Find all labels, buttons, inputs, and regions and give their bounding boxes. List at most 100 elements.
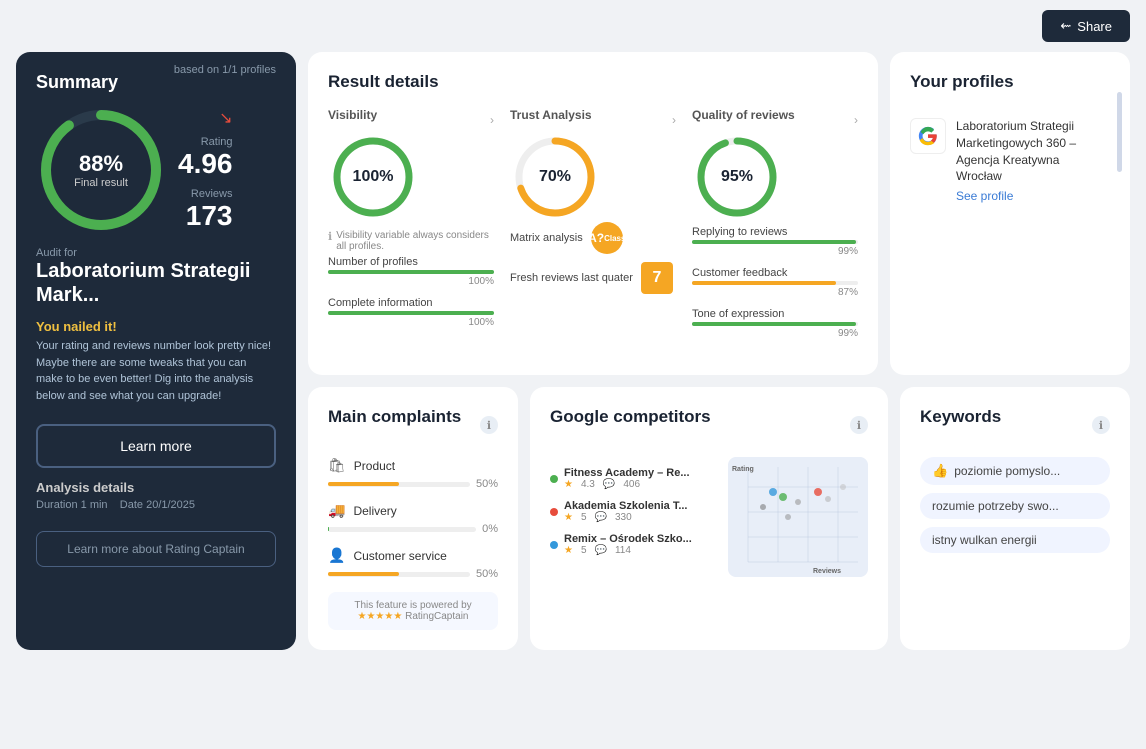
result-row: Complete information 100% <box>328 297 494 328</box>
duration-value: 1 min <box>81 499 108 511</box>
competitor-list: Fitness Academy – Re... ★ 4.3 💬 406 <box>550 467 692 556</box>
list-item: Akademia Szkolenia T... ★ 5 💬 330 <box>550 500 692 523</box>
review-icon: 💬 <box>595 545 607 556</box>
quality-title: Quality of reviews <box>692 108 795 122</box>
keywords-card: Keywords ℹ 👍 poziomie pomyslo... rozumie… <box>900 387 1130 650</box>
reviews-label: Reviews <box>178 188 233 200</box>
trust-title: Trust Analysis <box>510 108 592 122</box>
progress-fill <box>328 572 399 576</box>
quality-rows: Replying to reviews 99% Customer feedbac… <box>692 226 858 339</box>
rating-block: Rating 4.96 <box>178 136 233 180</box>
thumb-icon: 👍 <box>932 463 948 479</box>
keyword-tag[interactable]: 👍 poziomie pomyslo... <box>920 457 1110 485</box>
final-label: Final result <box>74 177 128 189</box>
share-button[interactable]: ⇜ Share <box>1042 10 1130 42</box>
progress-bar <box>692 322 858 326</box>
row-label: Complete information <box>328 297 494 309</box>
row-label: Customer feedback <box>692 267 858 279</box>
summary-based-on: based on 1/1 profiles <box>174 64 276 76</box>
row-label: Replying to reviews <box>692 226 858 238</box>
comp-name: Remix – Ośrodek Szko... <box>564 533 692 545</box>
complaint-label-row: 🛍 Product <box>328 457 498 474</box>
keyword-tags: 👍 poziomie pomyslo... rozumie potrzeby s… <box>920 457 1110 553</box>
learn-more-rc-button[interactable]: Learn more about Rating Captain <box>36 531 276 567</box>
fresh-value-badge: 7 <box>641 262 673 294</box>
competitors-card: Google competitors ℹ Fitness Academy – R… <box>530 387 888 650</box>
date-value: 20/1/2025 <box>146 499 195 511</box>
visibility-arrow-icon[interactable]: › <box>490 113 494 127</box>
see-profile-link[interactable]: See profile <box>956 189 1096 203</box>
comp-rating: 4.3 <box>581 479 595 490</box>
quality-value: 95% <box>721 168 753 186</box>
reviews-value: 173 <box>178 200 233 232</box>
delivery-icon: 🚚 <box>328 502 345 519</box>
progress-bar <box>692 240 858 244</box>
visibility-info-text: Visibility variable always considers all… <box>336 230 494 252</box>
row-label: Tone of expression <box>692 308 858 320</box>
delivery-label: Delivery <box>353 504 396 518</box>
date-label: Date <box>120 499 143 511</box>
star-icon: ★ <box>564 512 573 523</box>
complaint-bar <box>328 572 470 577</box>
complaint-pct: 0% <box>482 523 498 535</box>
complaint-item-customer-service: 👤 Customer service 50% <box>328 547 498 580</box>
competitors-info-icon[interactable]: ℹ <box>850 416 868 434</box>
keywords-title: Keywords <box>920 407 1001 427</box>
info-icon: ℹ <box>328 230 332 243</box>
complaint-item-product: 🛍 Product 50% <box>328 457 498 490</box>
audit-name: Laboratorium Strategii Mark... <box>36 259 276 307</box>
powered-name: RatingCaptain <box>405 611 468 622</box>
rating-value: 4.96 <box>178 148 233 180</box>
result-row: Replying to reviews 99% <box>692 226 858 257</box>
comp-name: Akademia Szkolenia T... <box>564 500 692 512</box>
progress-fill <box>328 311 494 315</box>
complaint-pct: 50% <box>476 478 498 490</box>
keyword-label: rozumie potrzeby swo... <box>932 499 1059 513</box>
trust-arrow-icon[interactable]: › <box>672 113 676 127</box>
comp-stats: ★ 5 💬 330 <box>564 512 692 523</box>
final-pct: 88% <box>74 151 128 177</box>
complaint-bar-row: 0% <box>328 523 498 535</box>
analysis-details: Analysis details Duration 1 min Date 20/… <box>36 480 276 511</box>
complaints-info-icon[interactable]: ℹ <box>480 416 498 434</box>
progress-pct: 99% <box>692 328 858 339</box>
progress-pct: 100% <box>328 276 494 287</box>
learn-more-button[interactable]: Learn more <box>36 424 276 468</box>
profile-name: Laboratorium Strategii Marketingowych 36… <box>956 118 1096 185</box>
powered-by-text: This feature is powered by <box>354 600 471 611</box>
donut-chart: 88% Final result <box>36 105 166 235</box>
quality-circle: 95% <box>692 132 782 222</box>
dot-icon <box>550 508 558 516</box>
comp-info: Remix – Ośrodek Szko... ★ 5 💬 114 <box>564 533 692 556</box>
summary-card: Summary based on 1/1 profiles 88% Final … <box>16 52 296 650</box>
keyword-label: istny wulkan energii <box>932 533 1037 547</box>
comp-reviews: 114 <box>615 545 631 556</box>
quality-arrow-icon[interactable]: › <box>854 113 858 127</box>
google-icon <box>910 118 946 154</box>
trust-value: 70% <box>539 168 571 186</box>
customer-service-label: Customer service <box>353 549 446 563</box>
profile-item: Laboratorium Strategii Marketingowych 36… <box>910 118 1096 203</box>
progress-bar <box>692 281 858 285</box>
rating-reviews: ↘ Rating 4.96 Reviews 173 <box>178 108 233 232</box>
keywords-info-icon[interactable]: ℹ <box>1092 416 1110 434</box>
competitors-title-row: Google competitors ℹ <box>550 407 868 443</box>
trend-arrow-icon: ↘ <box>219 108 232 128</box>
complaint-label-row: 🚚 Delivery <box>328 502 498 519</box>
result-row: Tone of expression 99% <box>692 308 858 339</box>
scrollbar[interactable] <box>1117 92 1122 172</box>
you-nailed-text: Your rating and reviews number look pret… <box>36 338 276 404</box>
profiles-card: Your profiles Laboratorium Strategii Mar… <box>890 52 1130 375</box>
keyword-tag[interactable]: rozumie potrzeby swo... <box>920 493 1110 519</box>
complaints-title-row: Main complaints ℹ <box>328 407 498 443</box>
keyword-tag[interactable]: istny wulkan energii <box>920 527 1110 553</box>
powered-by: This feature is powered by ★★★★★ RatingC… <box>328 592 498 630</box>
result-details-card: Result details Visibility › 100% ℹ V <box>308 52 878 375</box>
star-icon: ★ <box>564 545 573 556</box>
progress-fill <box>328 482 399 486</box>
result-details-title: Result details <box>328 72 858 92</box>
you-nailed-block: You nailed it! Your rating and reviews n… <box>36 319 276 404</box>
profiles-title: Your profiles <box>910 72 1110 92</box>
visibility-title: Visibility <box>328 108 377 122</box>
progress-fill <box>692 281 836 285</box>
